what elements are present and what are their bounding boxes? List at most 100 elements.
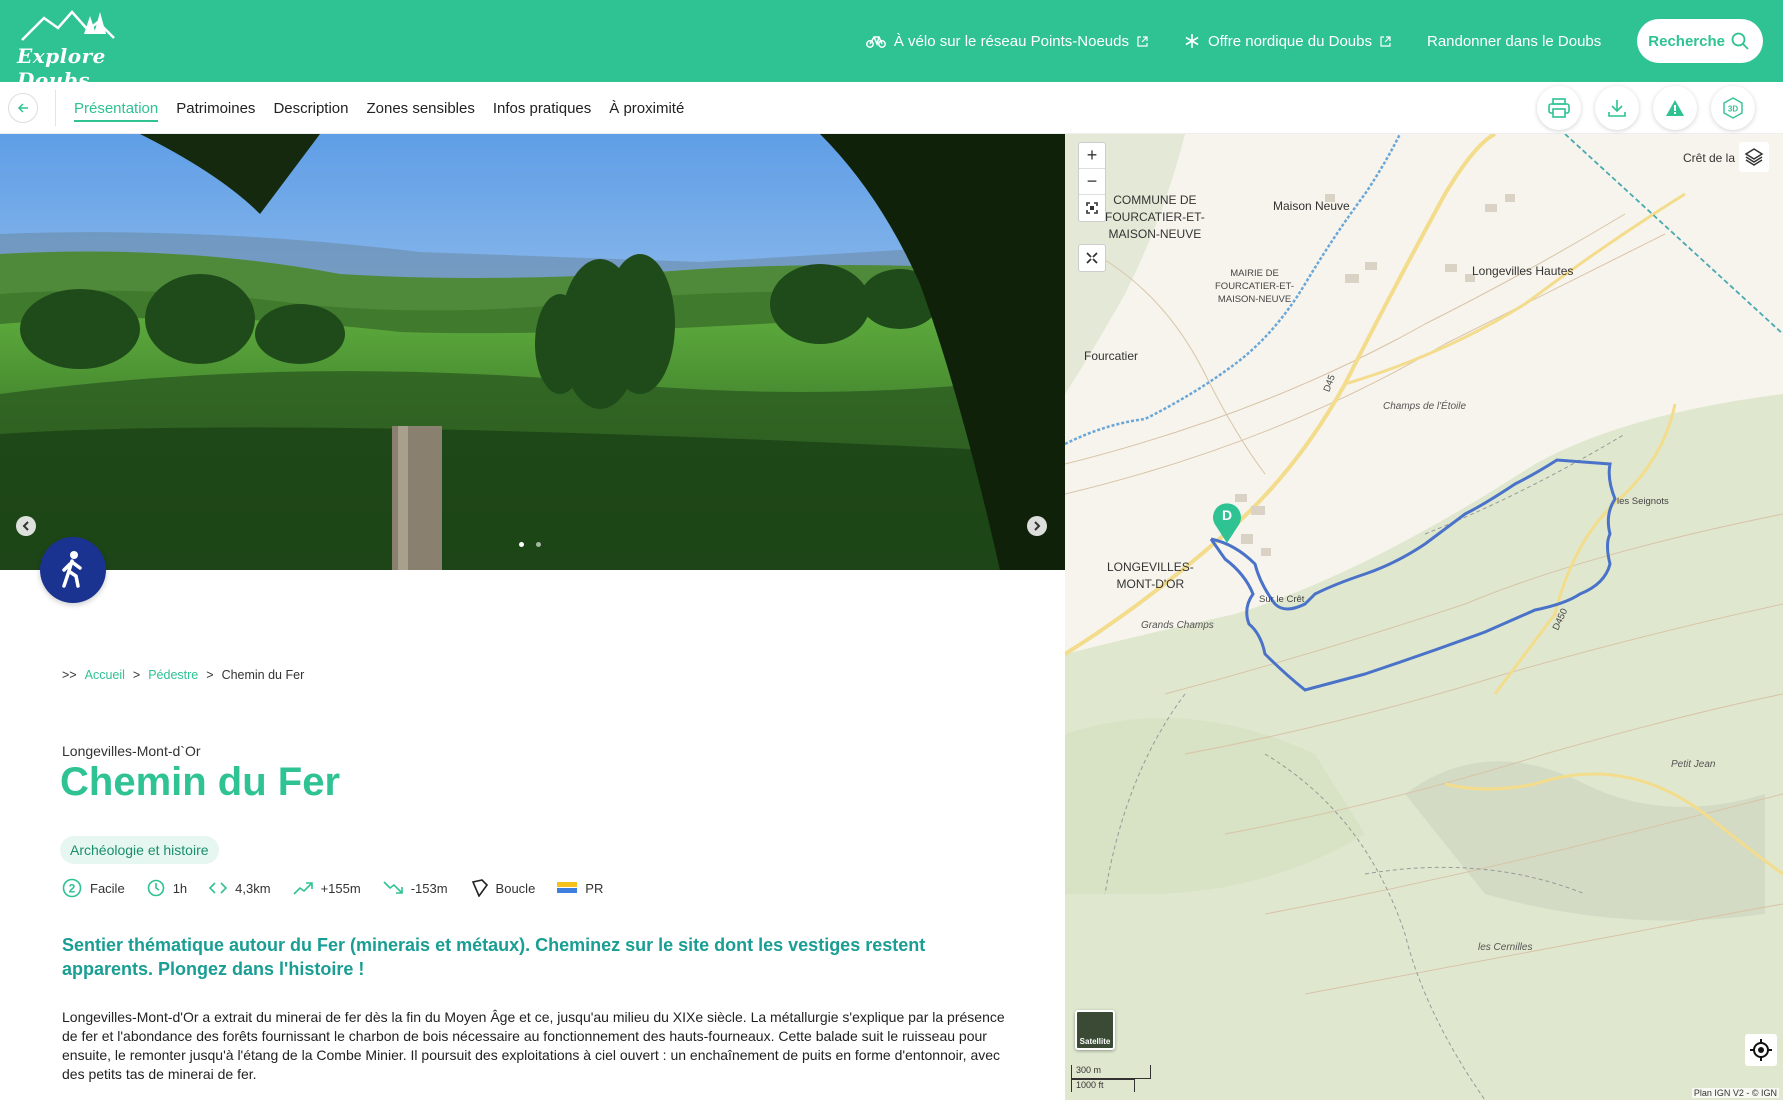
chevron-left-icon: [22, 521, 29, 531]
network-label: PR: [585, 880, 604, 896]
trek-map[interactable]: COMMUNE DE FOURCATIER-ET- MAISON-NEUVE M…: [1065, 134, 1783, 1100]
zoom-out-button[interactable]: −: [1079, 169, 1105, 195]
label-commune: COMMUNE DE FOURCATIER-ET- MAISON-NEUVE: [1105, 193, 1205, 241]
link-label: À vélo sur le réseau Points-Noeuds: [893, 32, 1129, 50]
satellite-label: Satellite: [1079, 1037, 1111, 1046]
link-velo-points-noeuds[interactable]: À vélo sur le réseau Points-Noeuds: [865, 32, 1148, 50]
layers-icon: [1744, 148, 1764, 166]
landscape-photo: [0, 134, 1065, 570]
zoom-control: + −: [1078, 142, 1106, 222]
bicycle-icon: [865, 34, 886, 48]
trek-city: Longevilles-Mont-d`Or: [62, 743, 201, 759]
carousel-next-button[interactable]: [1027, 516, 1047, 536]
theme-chip: Archéologie et histoire: [60, 836, 219, 864]
link-label: Randonner dans le Doubs: [1426, 32, 1602, 50]
3d-icon: 3D: [1723, 97, 1743, 119]
back-button[interactable]: [8, 93, 38, 123]
search-label: Recherche: [1648, 32, 1725, 50]
tab-zones-sensibles[interactable]: Zones sensibles: [366, 82, 474, 134]
duration-label: 1h: [172, 880, 188, 896]
map-attribution: Plan IGN V2 - © IGN: [1691, 1088, 1779, 1098]
descent-info: -153m: [383, 881, 448, 896]
label-les-seignots: les Seignots: [1617, 496, 1669, 507]
carousel-dots: [519, 542, 541, 547]
breadcrumb-accueil[interactable]: Accueil: [85, 668, 125, 682]
tab-presentation[interactable]: Présentation: [74, 82, 159, 134]
fullscreen-button[interactable]: [1078, 244, 1106, 272]
route-type-label: Boucle: [495, 880, 536, 896]
divider: [55, 90, 56, 126]
arrow-left-icon: [17, 103, 28, 113]
section-tabs: Présentation Patrimoines Description Zon…: [74, 82, 702, 134]
descent-label: -153m: [410, 880, 448, 896]
chevron-right-icon: [1034, 521, 1041, 531]
crosshair-icon: [1750, 1039, 1772, 1061]
label-mairie: MAIRIE DE FOURCATIER-ET- MAISON-NEUVE: [1215, 268, 1294, 305]
tab-infos-pratiques[interactable]: Infos pratiques: [493, 82, 591, 134]
external-link-icon: [1380, 35, 1391, 47]
geolocate-button[interactable]: [1745, 1034, 1777, 1066]
zoom-in-button[interactable]: +: [1079, 143, 1105, 169]
hiker-icon: [62, 551, 82, 588]
trek-info-row: 2 Facile 1h 4,3km +155m -153m Boucle PR: [62, 878, 625, 898]
link-label: Offre nordique du Doubs: [1207, 32, 1372, 50]
explore-doubs-logo[interactable]: Explore Doubs: [14, 6, 154, 92]
svg-text:3D: 3D: [1728, 105, 1738, 114]
tab-description[interactable]: Description: [273, 82, 348, 134]
external-link-icon: [1137, 35, 1148, 47]
label-longevilles: LONGEVILLES- MONT-D'OR: [1107, 560, 1194, 591]
label-maison-neuve: Maison Neuve: [1273, 199, 1350, 213]
label-fourcatier: Fourcatier: [1084, 349, 1139, 363]
loop-icon: [470, 879, 488, 897]
zoom-extent-button[interactable]: [1079, 195, 1105, 221]
report-button[interactable]: [1653, 86, 1697, 130]
carousel-dot[interactable]: [519, 542, 524, 547]
clock-icon: [147, 879, 165, 897]
fullscreen-icon: [1086, 252, 1098, 264]
carousel-dot[interactable]: [536, 542, 541, 547]
descent-icon: [383, 881, 403, 895]
download-button[interactable]: [1595, 86, 1639, 130]
link-randonner[interactable]: Randonner dans le Doubs: [1427, 33, 1601, 50]
print-button[interactable]: [1537, 86, 1581, 130]
detail-subnav: Présentation Patrimoines Description Zon…: [0, 82, 1783, 134]
trek-description: Longevilles-Mont-d'Or a extrait du miner…: [62, 1009, 1005, 1082]
difficulty-info: 2 Facile: [62, 878, 125, 898]
toolbar: 3D: [1537, 86, 1755, 130]
label-longevilles-hautes: Longevilles Hautes: [1472, 264, 1574, 278]
start-marker-label: D: [1221, 507, 1233, 523]
svg-text:2: 2: [69, 882, 76, 896]
warning-icon: [1666, 100, 1684, 116]
duration-info: 1h: [147, 879, 187, 897]
site-header: Explore Doubs À vélo sur le réseau Point…: [0, 0, 1783, 92]
layers-button[interactable]: [1739, 142, 1769, 172]
ascent-info: +155m: [292, 881, 361, 896]
label-petit-jean: Petit Jean: [1671, 759, 1716, 770]
satellite-toggle[interactable]: Satellite: [1075, 1010, 1115, 1050]
snowflake-icon: [1184, 33, 1200, 49]
mountain-logo-icon: [21, 10, 115, 41]
difficulty-icon: 2: [62, 878, 82, 898]
search-button[interactable]: Recherche: [1637, 19, 1763, 63]
label-les-cernilles: les Cernilles: [1478, 942, 1533, 953]
label-cret: Crêt de la: [1683, 151, 1736, 165]
breadcrumb-current: Chemin du Fer: [221, 668, 305, 682]
link-offre-nordique[interactable]: Offre nordique du Doubs: [1184, 33, 1391, 50]
trek-lead: Sentier thématique autour du Fer (minera…: [62, 935, 926, 979]
extent-icon: [1086, 202, 1098, 214]
top-nav: À vélo sur le réseau Points-Noeuds Offre…: [865, 0, 1763, 82]
breadcrumb-prefix: >>: [62, 668, 77, 682]
3d-button[interactable]: 3D: [1711, 86, 1755, 130]
breadcrumb: >> Accueil > Pédestre > Chemin du Fer: [62, 668, 304, 682]
scale-feet: 1000 ft: [1071, 1079, 1135, 1092]
network-info: PR: [557, 881, 603, 896]
difficulty-label: Facile: [90, 880, 125, 896]
breadcrumb-pedestre[interactable]: Pédestre: [148, 668, 198, 682]
download-icon: [1608, 100, 1626, 117]
tab-a-proximite[interactable]: À proximité: [609, 82, 684, 134]
carousel-prev-button[interactable]: [16, 516, 36, 536]
tab-patrimoines[interactable]: Patrimoines: [176, 82, 255, 134]
page-title: Chemin du Fer: [60, 760, 341, 804]
start-marker[interactable]: D: [1211, 502, 1243, 544]
photo-carousel[interactable]: [0, 134, 1065, 570]
